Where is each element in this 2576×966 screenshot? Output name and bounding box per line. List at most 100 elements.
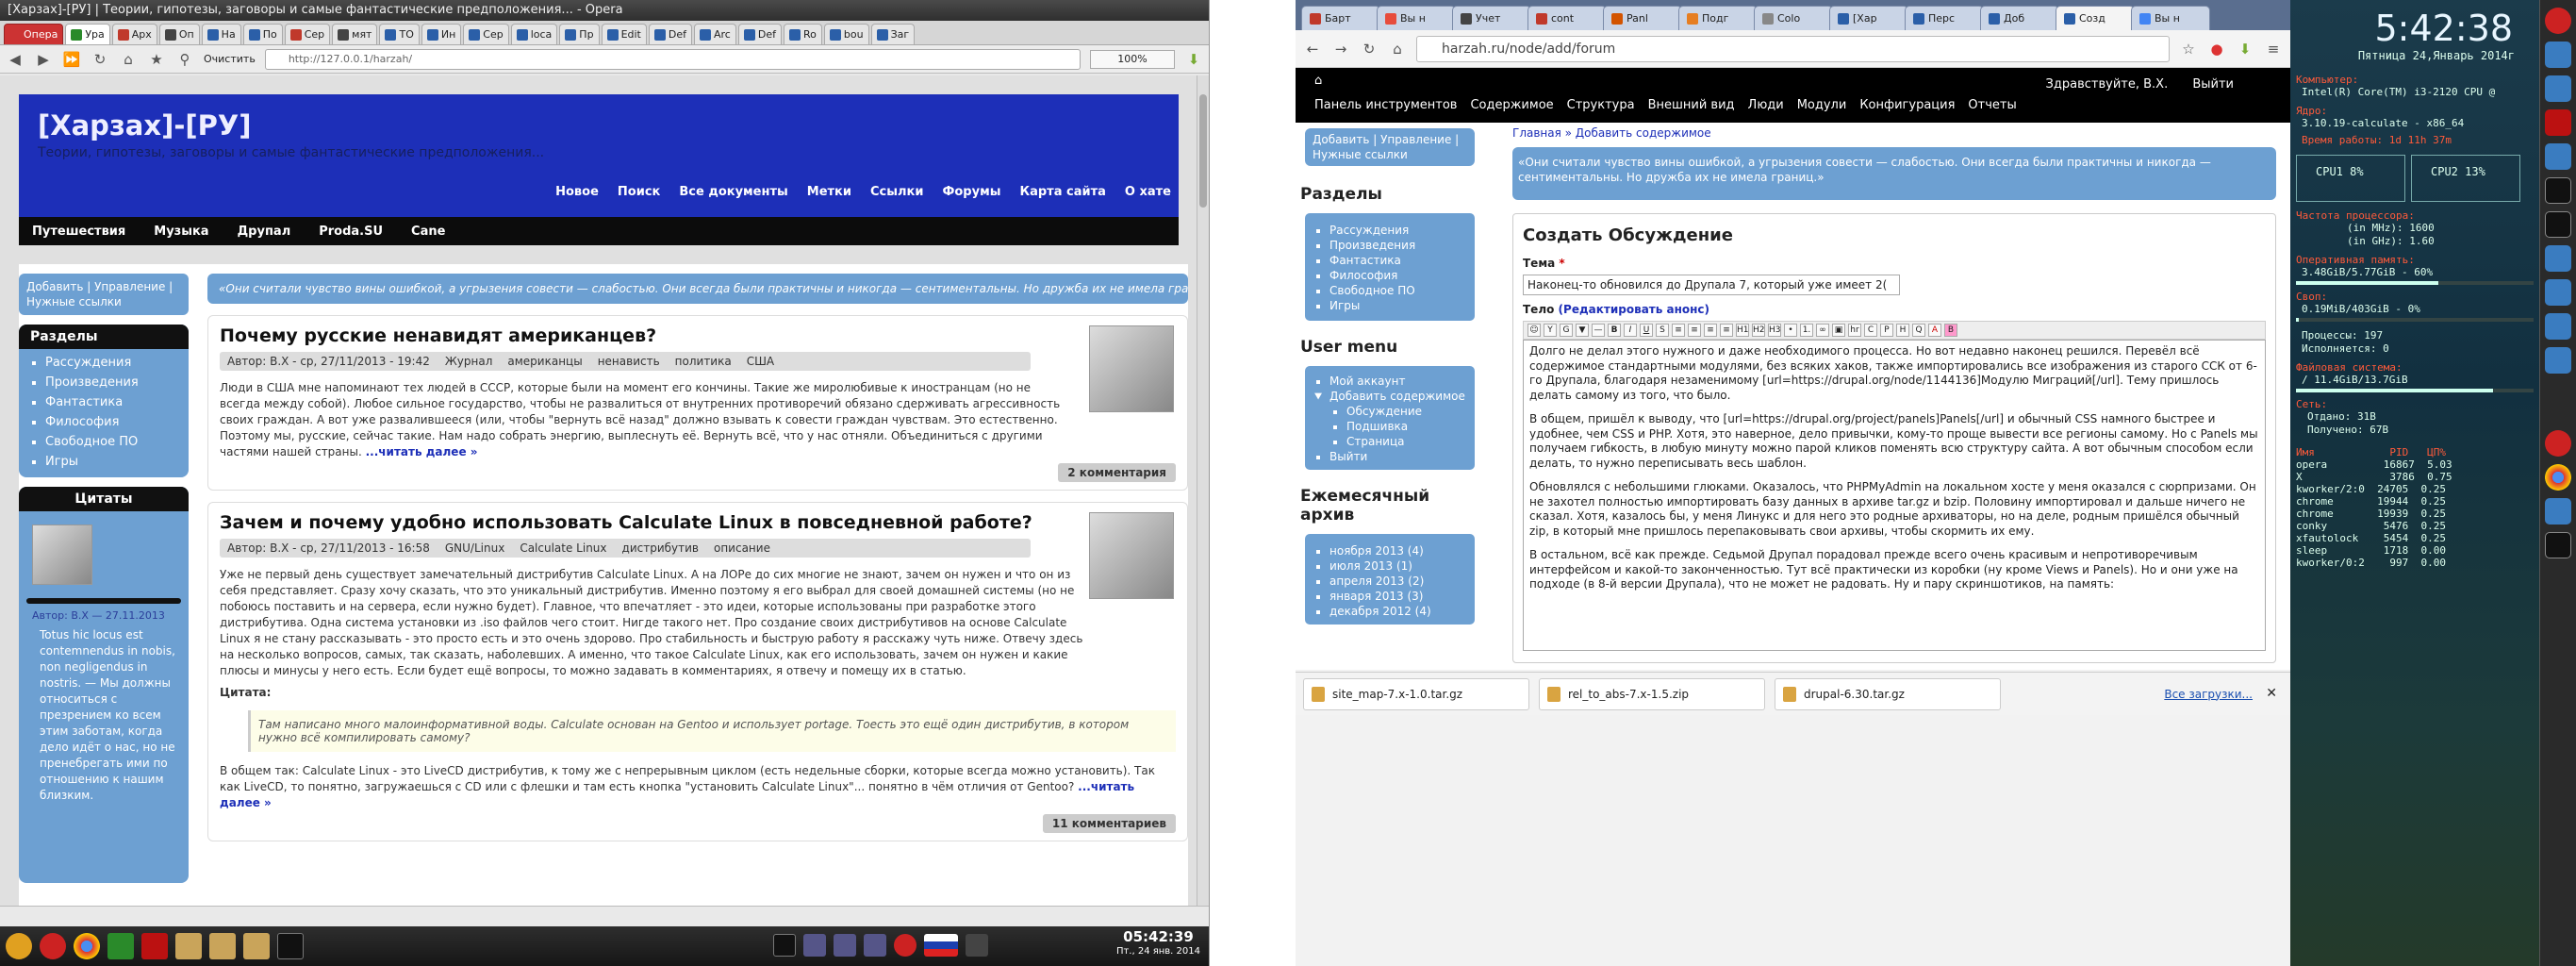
top-nav-item[interactable]: Ссылки: [870, 185, 923, 199]
breadcrumb[interactable]: Главная » Добавить содержимое: [1512, 126, 2276, 140]
toolbar-button[interactable]: Y: [1544, 324, 1557, 337]
toolbar-button[interactable]: ▼: [1576, 324, 1589, 337]
folder-icon[interactable]: [175, 933, 202, 959]
section-link[interactable]: Игры: [45, 452, 189, 472]
admin-menu-item[interactable]: Содержимое: [1470, 98, 1553, 112]
color-button[interactable]: A: [1928, 324, 1941, 337]
section-link[interactable]: Свободное ПО: [1329, 283, 1475, 298]
section-link[interactable]: Философия: [1329, 268, 1475, 283]
align-right-button[interactable]: ≡: [1704, 324, 1717, 337]
filezilla-icon[interactable]: [141, 933, 168, 959]
top-nav-item[interactable]: Новое: [555, 185, 599, 199]
filezilla-icon[interactable]: [2545, 109, 2571, 136]
forward-icon[interactable]: ▶: [34, 50, 53, 69]
user-menu-subitem[interactable]: Обсуждение: [1346, 404, 1475, 419]
h2-button[interactable]: H2: [1752, 324, 1765, 337]
browser-tab[interactable]: cont: [1527, 6, 1607, 30]
window-icon[interactable]: [2545, 347, 2571, 374]
close-icon[interactable]: ✕: [2266, 686, 2277, 701]
section-link[interactable]: Игры: [1329, 298, 1475, 313]
secondary-nav-item[interactable]: Музыка: [154, 225, 208, 239]
php-button[interactable]: P: [1880, 324, 1893, 337]
terminal-icon[interactable]: [277, 933, 304, 959]
download-item[interactable]: site_map-7.x-1.0.tar.gz: [1303, 677, 1529, 710]
tag-link[interactable]: ненависть: [598, 355, 660, 368]
browser-tab[interactable]: Вы н: [1377, 6, 1456, 30]
tag-link[interactable]: Журнал: [445, 355, 493, 368]
home-icon[interactable]: ⌂: [1314, 74, 1322, 88]
terminal-icon[interactable]: [2545, 211, 2571, 238]
toolbar-button[interactable]: —: [1592, 324, 1605, 337]
window-icon[interactable]: [2545, 279, 2571, 306]
terminal-icon[interactable]: [2545, 532, 2571, 558]
tag-link[interactable]: дистрибутив: [622, 541, 699, 555]
archive-link[interactable]: апреля 2013 (2): [1329, 574, 1475, 589]
chrome-icon[interactable]: [2545, 464, 2571, 491]
browser-tab[interactable]: Доб: [1980, 6, 2059, 30]
archive-link[interactable]: июля 2013 (1): [1329, 558, 1475, 574]
user-links-box[interactable]: Добавить | Управление | Нужные ссылки: [1305, 128, 1475, 166]
secondary-nav-item[interactable]: Друпал: [238, 225, 291, 239]
terminal-icon[interactable]: [773, 934, 796, 957]
calc-icon[interactable]: [107, 933, 134, 959]
browser-tab[interactable]: Опера: [4, 24, 64, 44]
back-icon[interactable]: ◀: [6, 50, 25, 69]
extension-icon[interactable]: ●: [2207, 40, 2226, 58]
browser-tab[interactable]: Заг: [870, 24, 916, 44]
section-link[interactable]: Фантастика: [1329, 253, 1475, 268]
section-link[interactable]: Рассуждения: [45, 353, 189, 373]
subject-input[interactable]: Наконец-то обновился до Друпала 7, котор…: [1523, 275, 1900, 295]
h3-button[interactable]: H3: [1768, 324, 1781, 337]
browser-tab[interactable]: ТО: [379, 24, 420, 44]
user-menu-subitem[interactable]: Подшивка: [1346, 419, 1475, 434]
admin-menu-item[interactable]: Модули: [1797, 98, 1847, 112]
admin-menu-item[interactable]: Внешний вид: [1648, 98, 1735, 112]
read-more-link[interactable]: ...читать далее »: [366, 445, 478, 458]
browser-tab[interactable]: Подг: [1678, 6, 1758, 30]
top-nav-item[interactable]: О хате: [1125, 185, 1171, 199]
browser-tab[interactable]: [Хар: [1829, 6, 1908, 30]
article-title[interactable]: Зачем и почему удобно использовать Calcu…: [220, 512, 1176, 533]
window-icon[interactable]: [2545, 245, 2571, 272]
download-icon[interactable]: ⬇: [1184, 50, 1203, 69]
browser-tab[interactable]: Panl: [1603, 6, 1682, 30]
window-icon[interactable]: [834, 934, 856, 957]
window-icon[interactable]: [2545, 143, 2571, 170]
list-button[interactable]: 1.: [1800, 324, 1813, 337]
browser-tab[interactable]: Перс: [1905, 6, 1984, 30]
browser-tab[interactable]: Учет: [1452, 6, 1531, 30]
comments-link[interactable]: 11 комментариев: [1042, 814, 1176, 833]
h1-button[interactable]: H1: [1736, 324, 1749, 337]
edit-summary-link[interactable]: (Редактировать анонс): [1559, 303, 1709, 316]
user-links-box[interactable]: Добавить | Управление | Нужные ссылки: [19, 274, 189, 315]
volume-icon[interactable]: [966, 934, 988, 957]
scrollbar-thumb[interactable]: [1199, 94, 1207, 208]
archive-link[interactable]: декабря 2012 (4): [1329, 604, 1475, 619]
browser-tab[interactable]: Arc: [694, 24, 736, 44]
browser-tab[interactable]: Барт: [1301, 6, 1380, 30]
download-item[interactable]: drupal-6.30.tar.gz: [1775, 677, 2001, 710]
window-icon[interactable]: [803, 934, 826, 957]
section-link[interactable]: Произведения: [1329, 238, 1475, 253]
section-link[interactable]: Философия: [45, 412, 189, 432]
browser-tab[interactable]: Сер: [463, 24, 509, 44]
browser-tab[interactable]: На: [201, 24, 241, 44]
app-menu-icon[interactable]: [6, 933, 32, 959]
browser-tab[interactable]: Ин: [421, 24, 462, 44]
opera-icon[interactable]: [40, 933, 66, 959]
section-link[interactable]: Произведения: [45, 373, 189, 392]
opera-icon[interactable]: [2545, 430, 2571, 457]
top-nav-item[interactable]: Поиск: [618, 185, 660, 199]
browser-tab[interactable]: Edit: [601, 24, 647, 44]
back-icon[interactable]: ←: [1303, 40, 1322, 58]
top-nav-item[interactable]: Карта сайта: [1019, 185, 1105, 199]
download-icon[interactable]: ⬇: [2236, 40, 2254, 58]
toolbar-button[interactable]: G: [1560, 324, 1573, 337]
fast-forward-icon[interactable]: ⏩: [62, 50, 81, 69]
user-menu-item[interactable]: Мой аккаунт: [1329, 374, 1475, 389]
window-icon[interactable]: [2545, 313, 2571, 340]
admin-menu-item[interactable]: Структура: [1567, 98, 1635, 112]
hr-button[interactable]: hr: [1848, 324, 1861, 337]
top-nav-item[interactable]: Метки: [807, 185, 851, 199]
zoom-control[interactable]: 100%: [1090, 49, 1175, 69]
